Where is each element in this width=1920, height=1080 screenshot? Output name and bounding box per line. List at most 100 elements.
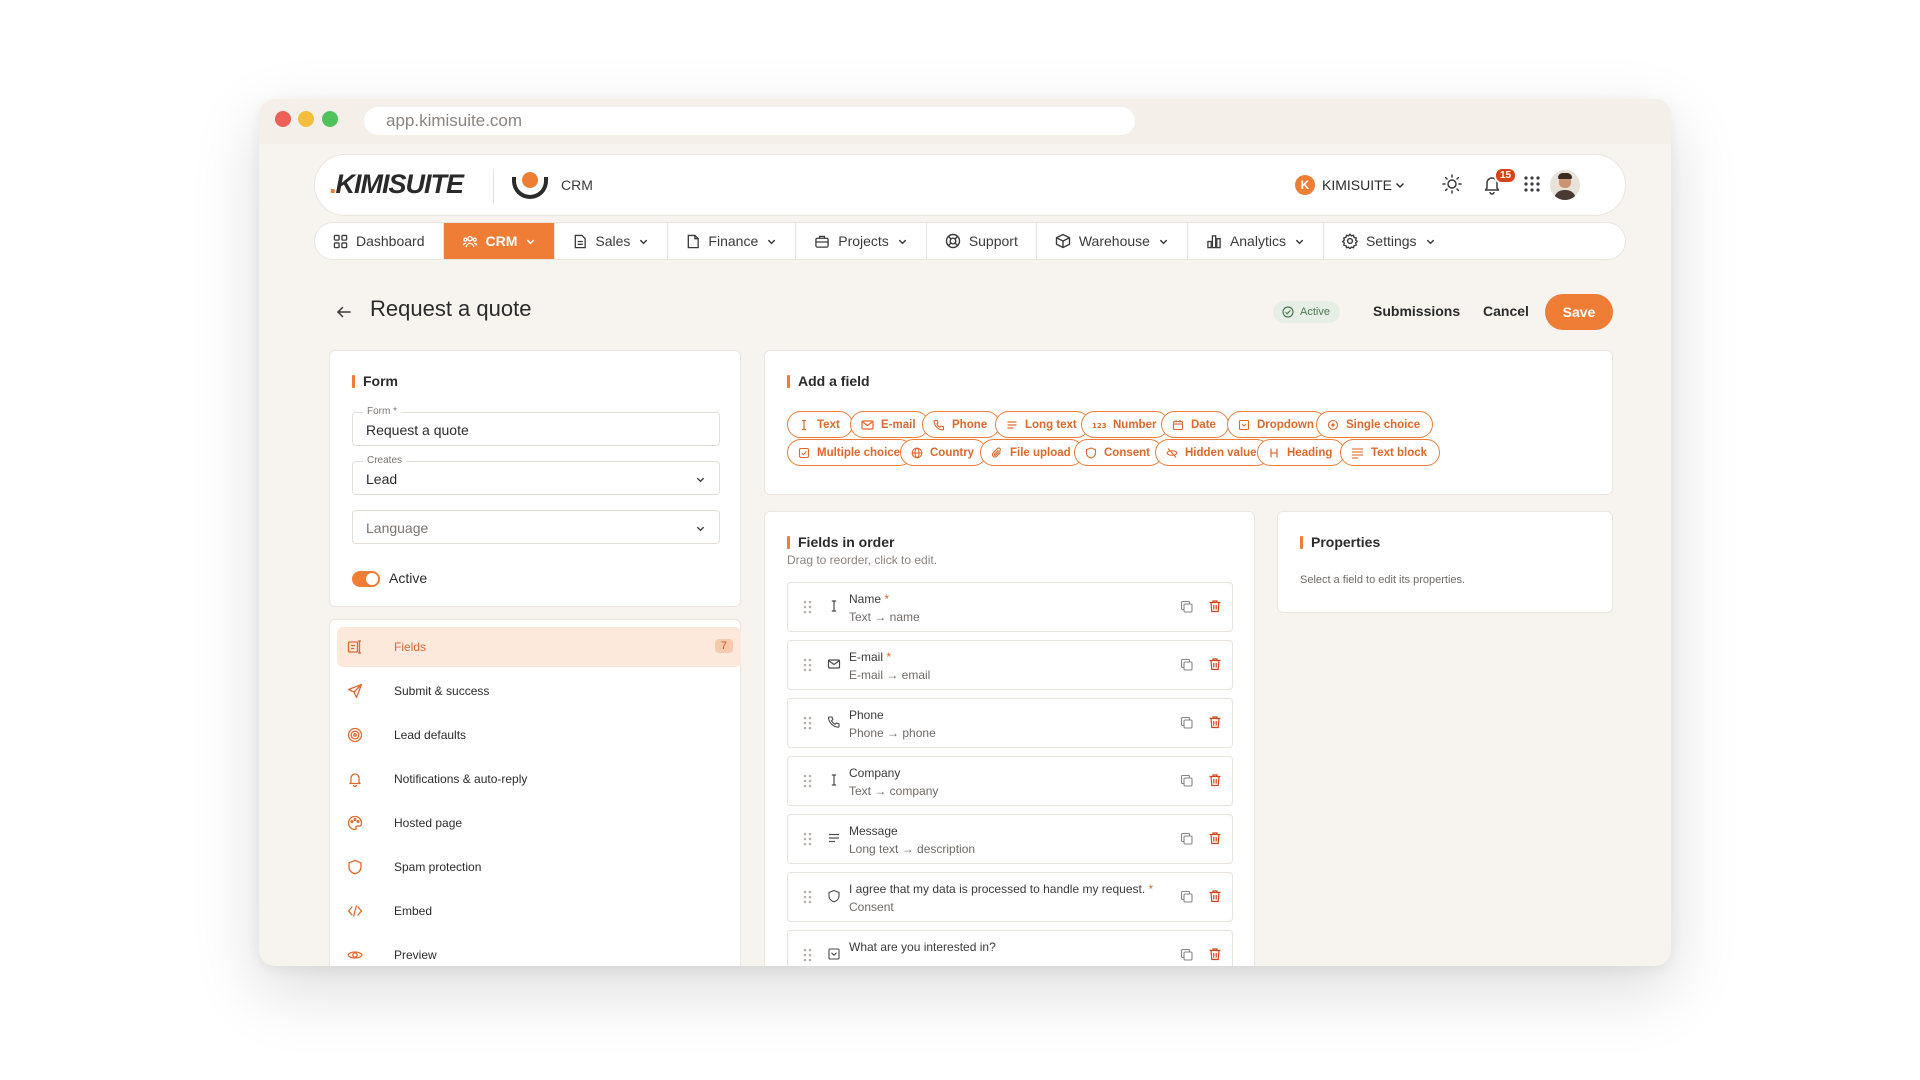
menu-item-fields[interactable]: Fields 7 bbox=[337, 627, 741, 667]
dropdown-icon bbox=[828, 948, 840, 960]
trash-icon[interactable] bbox=[1208, 657, 1222, 671]
cancel-button[interactable]: Cancel bbox=[1483, 303, 1529, 319]
menu-item-lead-defaults[interactable]: Lead defaults bbox=[337, 715, 741, 755]
phone-icon bbox=[827, 716, 840, 728]
back-arrow-icon[interactable] bbox=[336, 304, 352, 320]
add-consent-field-button[interactable]: Consent bbox=[1074, 439, 1163, 466]
mail-icon bbox=[861, 419, 874, 430]
submissions-button[interactable]: Submissions bbox=[1373, 303, 1460, 319]
add-email-field-button[interactable]: E-mail bbox=[850, 411, 929, 438]
field-row[interactable]: E-mail * E-mail → email bbox=[787, 640, 1233, 690]
add-phone-field-button[interactable]: Phone bbox=[922, 411, 1001, 438]
nav-settings[interactable]: Settings bbox=[1324, 223, 1454, 259]
duplicate-icon[interactable] bbox=[1180, 890, 1194, 904]
language-select[interactable]: Language bbox=[352, 510, 720, 544]
field-row[interactable]: What are you interested in? bbox=[787, 930, 1233, 966]
menu-item-spam-protection[interactable]: Spam protection bbox=[337, 847, 741, 887]
duplicate-icon[interactable] bbox=[1180, 658, 1194, 672]
address-bar[interactable]: app.kimisuite.com bbox=[364, 107, 1135, 135]
add-text-block-field-button[interactable]: Text block bbox=[1340, 439, 1441, 466]
nav-sales[interactable]: Sales bbox=[555, 223, 669, 259]
add-text-field-button[interactable]: Text bbox=[787, 411, 853, 438]
duplicate-icon[interactable] bbox=[1180, 600, 1194, 614]
add-heading-field-button[interactable]: Heading bbox=[1257, 439, 1346, 466]
organization-switcher[interactable]: K KIMISUITE bbox=[1295, 175, 1406, 195]
add-single-choice-field-button[interactable]: Single choice bbox=[1316, 411, 1434, 438]
close-window-button[interactable] bbox=[275, 111, 291, 127]
dashboard-icon bbox=[333, 234, 348, 248]
trash-icon[interactable] bbox=[1208, 831, 1222, 845]
field-row[interactable]: Message Long text → description bbox=[787, 814, 1233, 864]
field-row[interactable]: Company Text → company bbox=[787, 756, 1233, 806]
duplicate-icon[interactable] bbox=[1180, 716, 1194, 730]
drag-handle-icon[interactable] bbox=[803, 600, 812, 614]
add-file-upload-field-button[interactable]: File upload bbox=[980, 439, 1084, 466]
nav-dashboard[interactable]: Dashboard bbox=[315, 223, 444, 259]
nav-crm[interactable]: CRM bbox=[443, 223, 556, 259]
nav-warehouse[interactable]: Warehouse bbox=[1037, 223, 1188, 259]
field-row[interactable]: Name * Text → name bbox=[787, 582, 1233, 632]
duplicate-icon[interactable] bbox=[1180, 832, 1194, 846]
duplicate-icon[interactable] bbox=[1180, 774, 1194, 788]
properties-card: Properties Select a field to edit its pr… bbox=[1277, 511, 1613, 613]
menu-item-notifications[interactable]: Notifications & auto-reply bbox=[337, 759, 741, 799]
duplicate-icon[interactable] bbox=[1180, 948, 1194, 962]
drag-handle-icon[interactable] bbox=[803, 948, 812, 962]
sun-icon[interactable] bbox=[1441, 173, 1463, 195]
drag-handle-icon[interactable] bbox=[803, 658, 812, 672]
nav-analytics[interactable]: Analytics bbox=[1188, 223, 1324, 259]
minimize-window-button[interactable] bbox=[298, 111, 314, 127]
add-multiple-choice-field-button[interactable]: Multiple choice bbox=[787, 439, 914, 466]
user-avatar[interactable] bbox=[1550, 170, 1580, 200]
drag-handle-icon[interactable] bbox=[803, 890, 812, 904]
save-button[interactable]: Save bbox=[1545, 294, 1613, 330]
add-date-field-button[interactable]: Date bbox=[1161, 411, 1229, 438]
field-row[interactable]: Phone Phone → phone bbox=[787, 698, 1233, 748]
org-avatar: K bbox=[1295, 175, 1315, 195]
add-dropdown-field-button[interactable]: Dropdown bbox=[1227, 411, 1327, 438]
heading-icon bbox=[1270, 448, 1278, 457]
form-name-input[interactable]: Form * Request a quote bbox=[352, 405, 720, 446]
add-country-field-button[interactable]: Country bbox=[900, 439, 988, 466]
field-row[interactable]: I agree that my data is processed to han… bbox=[787, 872, 1233, 922]
apps-grid-icon[interactable] bbox=[1521, 173, 1543, 195]
briefcase-icon bbox=[815, 235, 829, 248]
bell-icon bbox=[349, 773, 361, 787]
shield-icon bbox=[1085, 446, 1097, 459]
field-mapping: Phone → phone bbox=[849, 726, 936, 740]
drag-handle-icon[interactable] bbox=[803, 716, 812, 730]
menu-item-embed[interactable]: Embed bbox=[337, 891, 741, 931]
chevron-down-icon bbox=[1396, 183, 1405, 188]
nav-finance[interactable]: Finance bbox=[668, 223, 797, 259]
trash-icon[interactable] bbox=[1208, 599, 1222, 613]
brand-logo[interactable]: .KIMISUITE bbox=[329, 169, 464, 200]
code-icon bbox=[347, 905, 363, 917]
maximize-window-button[interactable] bbox=[322, 111, 338, 127]
trash-icon[interactable] bbox=[1208, 947, 1222, 961]
lines-icon bbox=[1007, 420, 1017, 429]
form-sections-menu: Fields 7 Submit & success Lead defaults … bbox=[329, 619, 741, 966]
nav-projects[interactable]: Projects bbox=[796, 223, 927, 259]
trash-icon[interactable] bbox=[1208, 715, 1222, 729]
creates-select[interactable]: Creates Lead bbox=[352, 454, 720, 495]
field-name: Message bbox=[849, 824, 898, 838]
add-number-field-button[interactable]: 123 Number bbox=[1081, 411, 1170, 438]
shield-icon bbox=[828, 889, 840, 903]
trash-icon[interactable] bbox=[1208, 889, 1222, 903]
active-toggle[interactable] bbox=[352, 571, 380, 587]
drag-handle-icon[interactable] bbox=[803, 774, 812, 788]
field-mapping: Text → company bbox=[849, 784, 939, 798]
menu-item-submit-success[interactable]: Submit & success bbox=[337, 671, 741, 711]
field-name: Company bbox=[849, 766, 901, 780]
drag-handle-icon[interactable] bbox=[803, 832, 812, 846]
form-card-title: Form bbox=[352, 373, 398, 389]
chevron-down-icon bbox=[768, 239, 776, 244]
nav-support[interactable]: Support bbox=[927, 223, 1037, 259]
add-hidden-value-field-button[interactable]: Hidden value bbox=[1155, 439, 1270, 466]
menu-item-hosted-page[interactable]: Hosted page bbox=[337, 803, 741, 843]
menu-item-preview[interactable]: Preview bbox=[337, 935, 741, 966]
chevron-down-icon bbox=[1426, 239, 1434, 244]
add-long-text-field-button[interactable]: Long text bbox=[995, 411, 1090, 438]
trash-icon[interactable] bbox=[1208, 773, 1222, 787]
active-toggle-label: Active bbox=[389, 570, 428, 586]
